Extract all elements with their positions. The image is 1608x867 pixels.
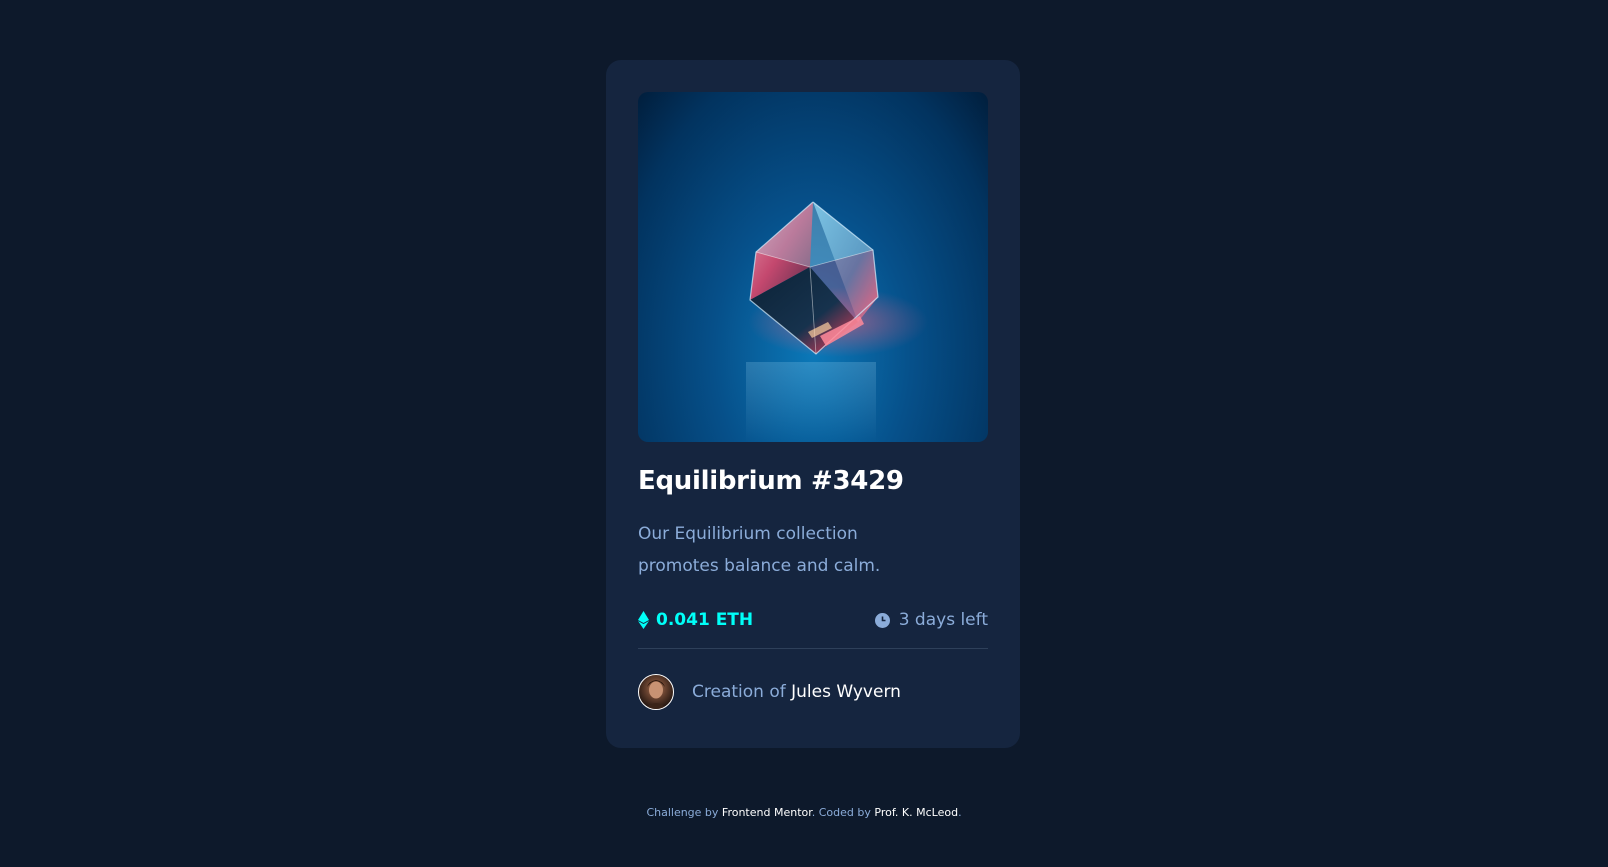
ethereum-icon <box>638 611 649 629</box>
attribution: Challenge by Frontend Mentor. Coded by P… <box>0 806 1608 819</box>
creator-row: Creation of Jules Wyvern <box>638 673 988 711</box>
clock-icon <box>874 612 890 628</box>
challenge-prefix: Challenge by <box>646 806 722 819</box>
price-value: 0.041 ETH <box>656 610 754 630</box>
creator-name-link[interactable]: Jules Wyvern <box>791 682 901 702</box>
price-group: 0.041 ETH <box>638 610 753 630</box>
crystal-cube-illustration <box>746 201 928 442</box>
author-link[interactable]: Prof. K. McLeod <box>874 806 958 819</box>
avatar <box>638 674 674 710</box>
attribution-suffix: . <box>958 806 962 819</box>
time-left: 3 days left <box>898 610 988 630</box>
frontend-mentor-link[interactable]: Frontend Mentor <box>722 806 812 819</box>
divider <box>638 648 988 649</box>
coded-prefix: . Coded by <box>811 806 875 819</box>
creator-prefix: Creation of <box>692 682 792 702</box>
card-description: Our Equilibrium collection promotes bala… <box>638 524 881 576</box>
card-title[interactable]: Equilibrium #3429 <box>638 466 904 496</box>
nft-card: Equilibrium #3429 Our Equilibrium collec… <box>606 60 1020 748</box>
avatar-image <box>645 680 667 709</box>
card-meta: 0.041 ETH 3 days left <box>638 608 988 632</box>
nft-image[interactable] <box>638 92 988 442</box>
time-group: 3 days left <box>874 610 988 630</box>
creator-text: Creation of Jules Wyvern <box>692 682 901 702</box>
